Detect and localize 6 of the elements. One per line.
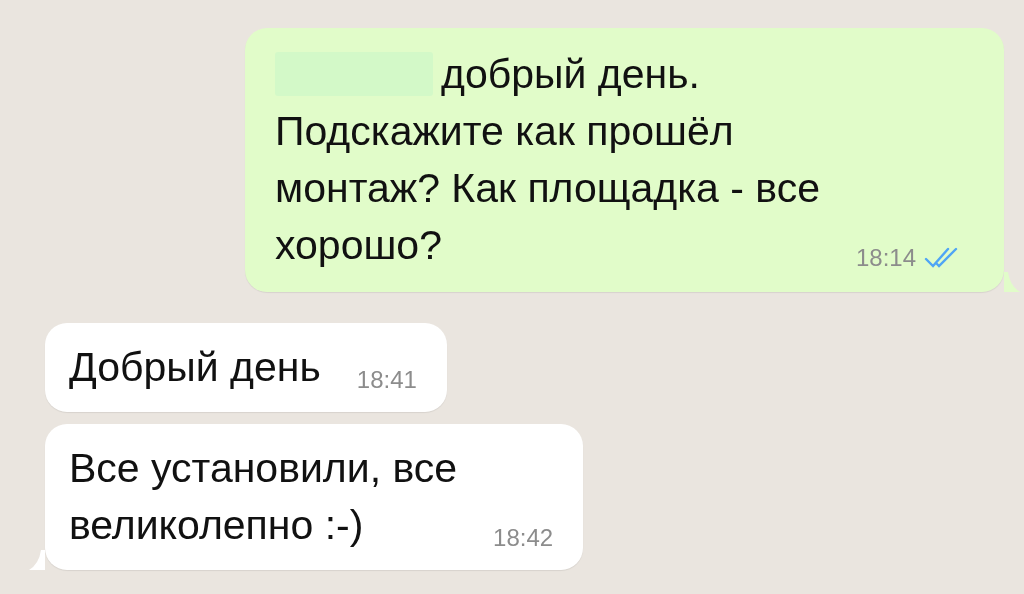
message-text: Добрый день [69,343,321,392]
message-time: 18:42 [493,524,554,552]
message-text: Все установили, все великолепно :-) [69,444,458,550]
message-time: 18:41 [356,366,417,394]
message-time: 18:14 [855,244,916,272]
message-text: добрый день. Подскажите как прошёл монтаж? Как площадка - все хорошо? [275,50,820,270]
